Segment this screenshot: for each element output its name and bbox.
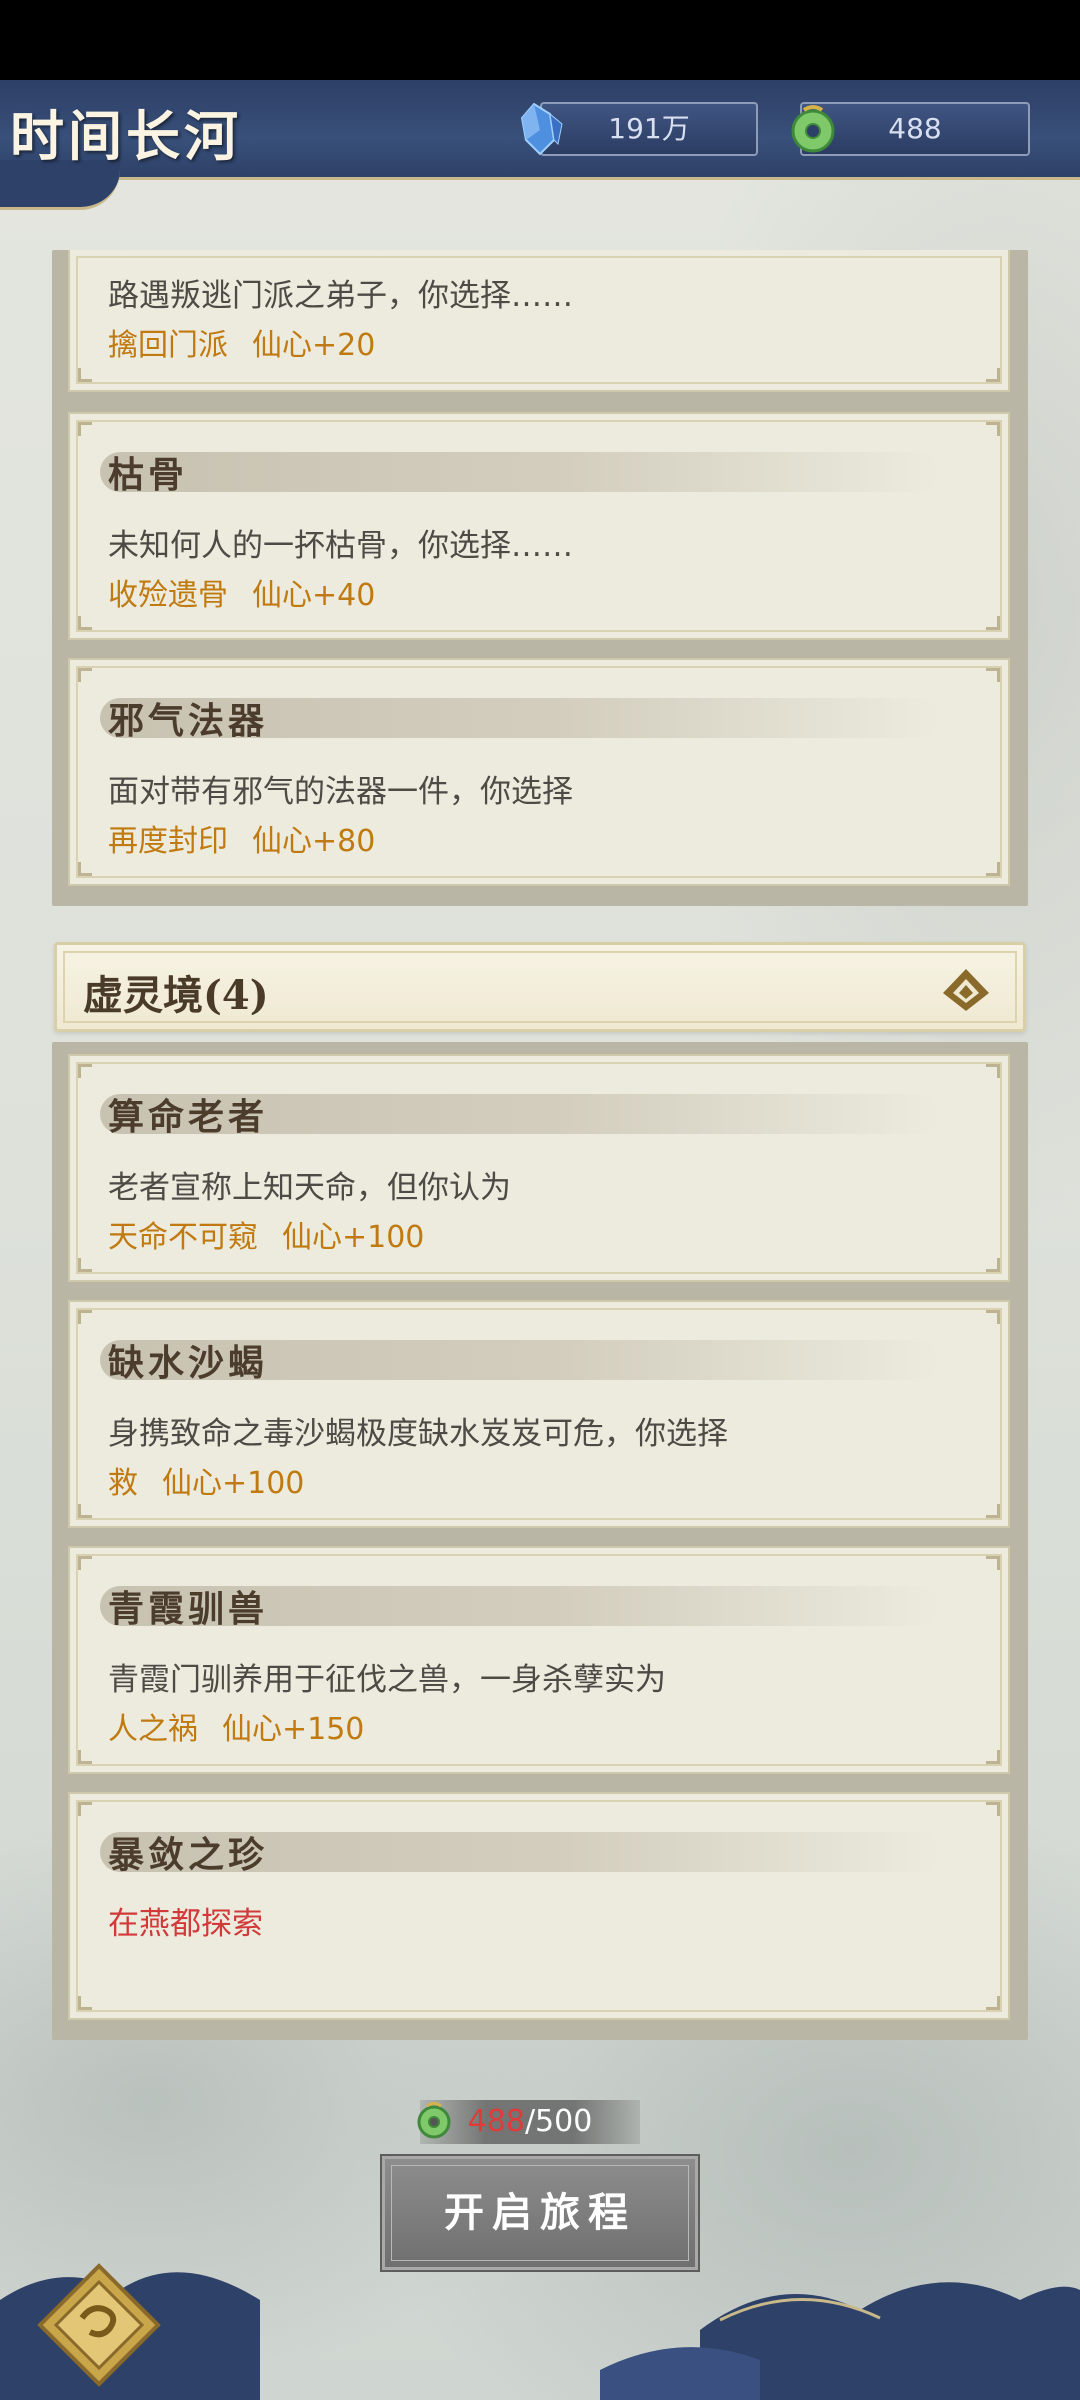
menu-diamond-icon[interactable] [34,2260,164,2390]
event-card[interactable]: 枯骨 未知何人的一抔枯骨，你选择…… 收殓遗骨 仙心+40 [68,412,1010,640]
jade-amount: 488 [888,112,942,145]
section-title: 虚灵境(4) [83,972,269,1019]
event-choice: 天命不可窥 仙心+100 [108,1212,424,1256]
event-title: 缺水沙蝎 [108,1342,269,1384]
crystal-currency[interactable]: 191万 [540,102,758,156]
title-brush-decoration [100,452,940,492]
crystal-icon [520,102,563,156]
event-choice: 人之祸 仙心+150 [108,1704,364,1748]
event-card[interactable]: 邪气法器 面对带有邪气的法器一件，你选择 再度封印 仙心+80 [68,658,1010,886]
event-title: 枯骨 [108,454,189,496]
xinxin-gain: 仙心+100 [162,1466,305,1501]
event-description: 身携致命之毒沙蝎极度缺水岌岌可危，你选择 [108,1416,728,1452]
choice-label: 收殓遗骨 [108,578,228,613]
cost-required: /500 [524,2104,593,2139]
collapse-up-icon[interactable] [939,965,993,1015]
event-card[interactable]: 算命老者 老者宣称上知天命，但你认为 天命不可窥 仙心+100 [68,1054,1010,1282]
event-choice: 收殓遗骨 仙心+40 [108,570,375,614]
event-choice: 再度封印 仙心+80 [108,816,375,860]
event-description: 老者宣称上知天命，但你认为 [108,1170,511,1206]
section-header-xuling[interactable]: 虚灵境(4) [54,942,1026,1032]
choice-label: 天命不可窥 [108,1220,258,1255]
event-title: 暴敛之珍 [108,1834,269,1876]
event-description: 青霞门驯养用于征伐之兽，一身杀孽实为 [108,1662,666,1698]
event-description: 面对带有邪气的法器一件，你选择 [108,774,573,810]
start-journey-button[interactable]: 开启旅程 [380,2154,700,2272]
choice-label: 人之祸 [108,1712,198,1747]
jade-coin-icon [417,2102,451,2139]
event-card-locked[interactable]: 暴敛之珍 在燕都探索 [68,1792,1010,2020]
xinxin-gain: 仙心+80 [252,824,376,859]
event-choice: 救仙心+100 [108,1458,304,1502]
event-description: 未知何人的一抔枯骨，你选择…… [108,528,573,564]
event-card[interactable]: 缺水沙蝎 身携致命之毒沙蝎极度缺水岌岌可危，你选择 救仙心+100 [68,1300,1010,1528]
event-description: 路遇叛逃门派之弟子，你选择…… [108,278,573,314]
unlock-hint: 在燕都探索 [108,1906,263,1942]
xinxin-gain: 仙心+20 [252,328,376,363]
event-card[interactable]: 青霞驯兽 青霞门驯养用于征伐之兽，一身杀孽实为 人之祸 仙心+150 [68,1546,1010,1774]
event-title: 邪气法器 [108,700,269,742]
choice-label: 救 [108,1466,138,1501]
event-choice: 擒回门派 仙心+20 [108,320,375,364]
cost-current: 488 [467,2104,525,2139]
xinxin-gain: 仙心+40 [252,578,376,613]
choice-label: 擒回门派 [108,328,228,363]
xinxin-gain: 仙心+150 [222,1712,365,1747]
page-title: 时间长河 [10,104,242,168]
jade-coin-icon [791,105,835,153]
crystal-amount: 191万 [608,112,690,145]
event-title: 算命老者 [108,1096,269,1138]
event-card[interactable]: 路遇叛逃门派之弟子，你选择…… 擒回门派 仙心+20 [68,250,1010,392]
choice-label: 再度封印 [108,824,228,859]
event-title: 青霞驯兽 [108,1588,269,1630]
status-bar [0,0,1080,80]
xinxin-gain: 仙心+100 [282,1220,425,1255]
